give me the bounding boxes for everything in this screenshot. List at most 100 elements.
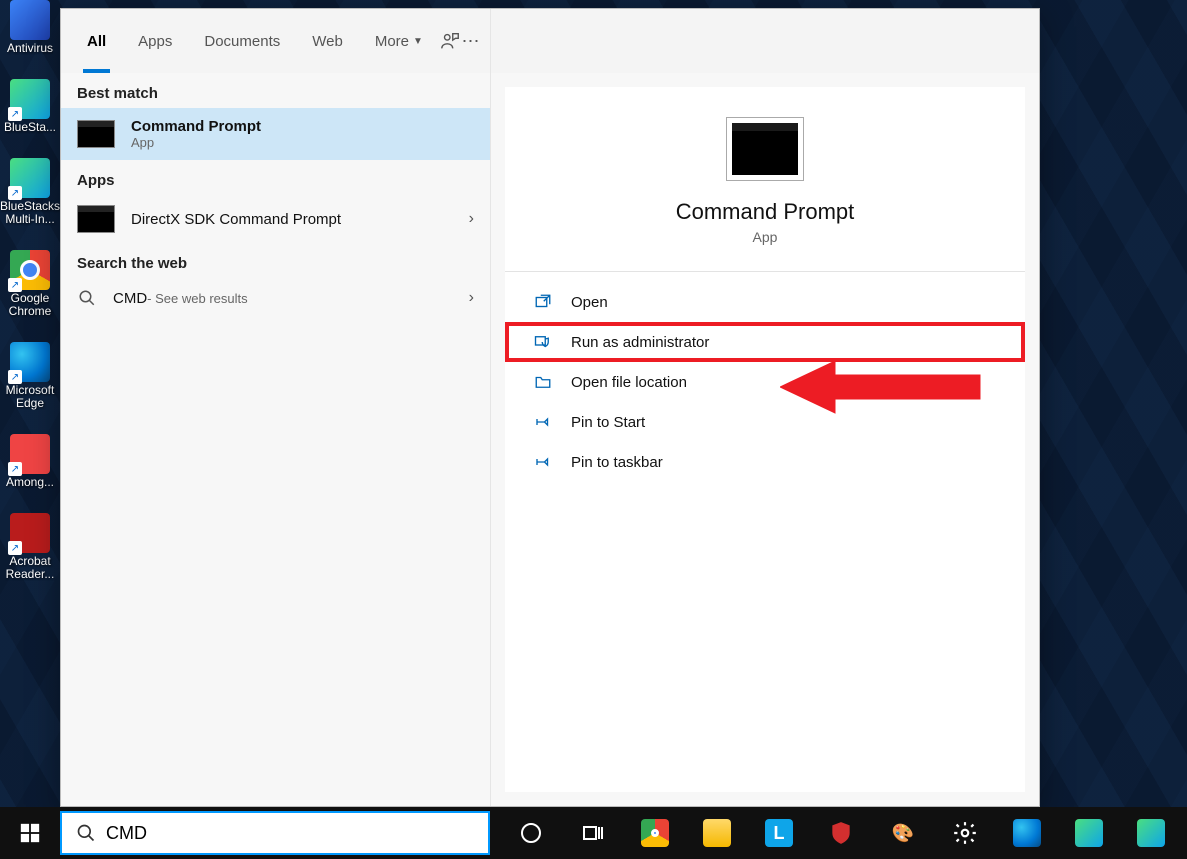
taskbar-chrome[interactable] [624, 807, 686, 859]
desktop-icon-label: BlueSta... [4, 121, 56, 134]
bluestacks-icon [1075, 819, 1103, 847]
chevron-right-icon: › [469, 210, 474, 228]
windows-icon [19, 822, 41, 844]
desktop-icon-acrobat[interactable]: ↗ Acrobat Reader... [0, 513, 60, 581]
tab-label: Web [312, 33, 343, 50]
admin-shield-icon [533, 332, 553, 352]
mcafee-icon [827, 819, 855, 847]
taskbar-settings[interactable] [934, 807, 996, 859]
section-search-web: Search the web [61, 243, 490, 278]
desktop-icon-label: BlueStacks Multi-In... [0, 200, 60, 226]
acrobat-icon: ↗ [10, 513, 50, 553]
search-detail-pane: Command Prompt App Open Run as administr… [491, 9, 1039, 806]
section-apps: Apps [61, 160, 490, 195]
desktop-icon-label: Microsoft Edge [0, 384, 60, 410]
search-results-pane: All Apps Documents Web More▼ ⋯ Best matc… [61, 9, 491, 806]
tab-more[interactable]: More▼ [359, 9, 439, 73]
action-label: Run as administrator [571, 334, 709, 351]
taskbar-icons: L 🎨 [500, 807, 1182, 859]
result-subtitle: App [131, 135, 261, 150]
action-run-as-admin[interactable]: Run as administrator [505, 322, 1025, 362]
taskbar-paint[interactable]: 🎨 [872, 807, 934, 859]
desktop-icon-antivirus[interactable]: Antivirus [0, 0, 60, 55]
desktop-icon-bluestacks-multi[interactable]: ↗ BlueStacks Multi-In... [0, 158, 60, 226]
detail-subtitle: App [753, 229, 778, 245]
desktop-icon-chrome[interactable]: ↗ Google Chrome [0, 250, 60, 318]
result-title: DirectX SDK Command Prompt [131, 211, 341, 228]
divider [505, 271, 1025, 272]
tab-label: Documents [204, 33, 280, 50]
taskbar-app-l[interactable]: L [748, 807, 810, 859]
cortana-icon [517, 819, 545, 847]
edge-icon: ↗ [10, 342, 50, 382]
paint-icon: 🎨 [889, 819, 917, 847]
feedback-button[interactable] [439, 21, 461, 61]
taskbar-cortana[interactable] [500, 807, 562, 859]
shortcut-arrow-icon: ↗ [8, 186, 22, 200]
action-pin-to-start[interactable]: Pin to Start [505, 402, 1025, 442]
desktop-icon-label: Among... [6, 476, 54, 489]
pin-icon [533, 412, 553, 432]
start-button[interactable] [0, 807, 60, 859]
tab-web[interactable]: Web [296, 9, 359, 73]
desktop-icon-amongus[interactable]: ↗ Among... [0, 434, 60, 489]
detail-header: Command Prompt App [505, 87, 1025, 265]
action-open[interactable]: Open [505, 282, 1025, 322]
search-panel: All Apps Documents Web More▼ ⋯ Best matc… [60, 8, 1040, 807]
bluestacks-icon [1137, 819, 1165, 847]
tab-apps[interactable]: Apps [122, 9, 188, 73]
chrome-icon: ↗ [10, 250, 50, 290]
action-label: Open file location [571, 374, 687, 391]
bluestacks-icon: ↗ [10, 79, 50, 119]
taskbar-search-box[interactable] [60, 811, 490, 855]
shortcut-arrow-icon: ↗ [8, 541, 22, 555]
shortcut-arrow-icon: ↗ [8, 278, 22, 292]
taskbar-bluestacks-2[interactable] [1120, 807, 1182, 859]
search-input[interactable] [106, 823, 474, 844]
shortcut-arrow-icon: ↗ [8, 107, 22, 121]
action-pin-to-taskbar[interactable]: Pin to taskbar [505, 442, 1025, 482]
taskbar-mcafee[interactable] [810, 807, 872, 859]
person-feedback-icon [439, 30, 461, 52]
open-icon [533, 292, 553, 312]
taskview-icon [579, 819, 607, 847]
tab-documents[interactable]: Documents [188, 9, 296, 73]
cmd-icon [77, 120, 115, 148]
gear-icon [951, 819, 979, 847]
chevron-right-icon: › [469, 289, 474, 307]
desktop-icon-edge[interactable]: ↗ Microsoft Edge [0, 342, 60, 410]
pin-icon [533, 452, 553, 472]
shortcut-arrow-icon: ↗ [8, 370, 22, 384]
ellipsis-icon: ⋯ [461, 31, 479, 52]
tab-all[interactable]: All [71, 9, 122, 73]
taskbar-taskview[interactable] [562, 807, 624, 859]
result-command-prompt[interactable]: Command Prompt App [61, 108, 490, 160]
chrome-icon [641, 819, 669, 847]
action-label: Pin to Start [571, 414, 645, 431]
taskbar-file-explorer[interactable] [686, 807, 748, 859]
taskbar: L 🎨 [0, 807, 1187, 859]
bluestacks-multi-icon: ↗ [10, 158, 50, 198]
action-open-file-location[interactable]: Open file location [505, 362, 1025, 402]
detail-actions: Open Run as administrator Open file loca… [505, 278, 1025, 486]
desktop-icons-column: Antivirus ↗ BlueSta... ↗ BlueStacks Mult… [0, 0, 60, 581]
antivirus-icon [10, 0, 50, 40]
folder-icon [703, 819, 731, 847]
result-directx-sdk-cmd[interactable]: DirectX SDK Command Prompt › [61, 195, 490, 243]
tab-label: All [87, 33, 106, 50]
action-label: Pin to taskbar [571, 454, 663, 471]
l-app-icon: L [765, 819, 793, 847]
section-best-match: Best match [61, 73, 490, 108]
desktop-icon-label: Antivirus [7, 42, 53, 55]
taskbar-bluestacks[interactable] [1058, 807, 1120, 859]
cmd-icon [77, 205, 115, 233]
desktop-icon-bluestacks[interactable]: ↗ BlueSta... [0, 79, 60, 134]
result-web-cmd[interactable]: CMD - See web results › [61, 278, 490, 318]
detail-title: Command Prompt [676, 199, 855, 225]
desktop-icon-label: Acrobat Reader... [0, 555, 60, 581]
more-options-button[interactable]: ⋯ [461, 21, 480, 61]
result-title: Command Prompt [131, 118, 261, 135]
taskbar-edge[interactable] [996, 807, 1058, 859]
action-label: Open [571, 294, 608, 311]
search-icon [76, 823, 96, 843]
